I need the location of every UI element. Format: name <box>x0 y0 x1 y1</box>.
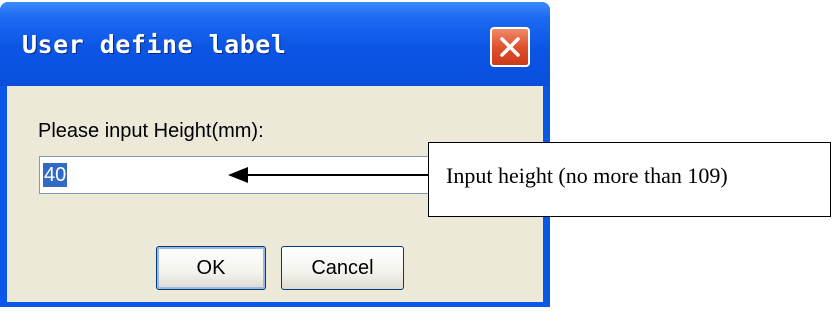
arrow-left-icon <box>228 167 428 183</box>
